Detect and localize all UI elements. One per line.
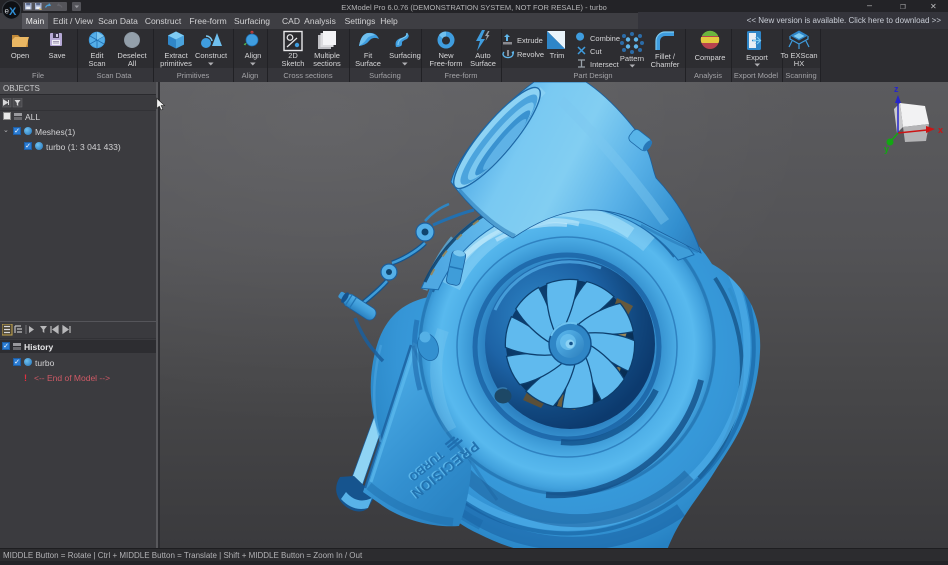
svg-text:Surfacing: Surfacing [389,51,421,60]
svg-text:Trim: Trim [550,51,565,60]
svg-text:Cut: Cut [590,47,603,56]
svg-text:Surface: Surface [470,59,496,68]
svg-text:Part Design: Part Design [573,71,612,80]
svg-text:Export Model: Export Model [734,71,779,80]
svg-text:Scan: Scan [88,59,105,68]
svg-text:Align: Align [242,71,259,80]
svg-text:Chamfer: Chamfer [651,60,680,69]
svg-text:Analysis: Analysis [694,71,722,80]
svg-text:Construct: Construct [195,51,228,60]
svg-text:y: y [884,144,889,154]
svg-text:Scan Data: Scan Data [96,71,132,80]
svg-text:HX: HX [794,59,804,68]
svg-text:X: X [9,6,17,18]
svg-text:z: z [894,84,899,94]
svg-text:Open: Open [11,51,29,60]
svg-text:File: File [32,71,44,80]
svg-text:Primitives: Primitives [177,71,210,80]
svg-text:Export: Export [746,53,769,62]
svg-text:x: x [938,125,943,135]
svg-text:Free-form: Free-form [445,71,478,80]
svg-text:Surface: Surface [355,59,381,68]
svg-text:Free-form: Free-form [430,59,463,68]
svg-text:primitives: primitives [160,59,192,68]
svg-text:All: All [128,59,137,68]
svg-text:Surfacing: Surfacing [369,71,401,80]
svg-text:Scanning: Scanning [785,71,816,80]
svg-text:Compare: Compare [695,53,726,62]
svg-text:Extrude: Extrude [517,36,543,45]
svg-text:Combine: Combine [590,34,620,43]
svg-text:Align: Align [245,51,262,60]
svg-text:Sketch: Sketch [282,59,305,68]
svg-text:sections: sections [313,59,341,68]
svg-text:Intersect: Intersect [590,60,620,69]
svg-text:Revolve: Revolve [517,50,544,59]
svg-text:Cross sections: Cross sections [283,71,332,80]
svg-text:Pattern: Pattern [620,54,644,63]
svg-text:Save: Save [48,51,65,60]
